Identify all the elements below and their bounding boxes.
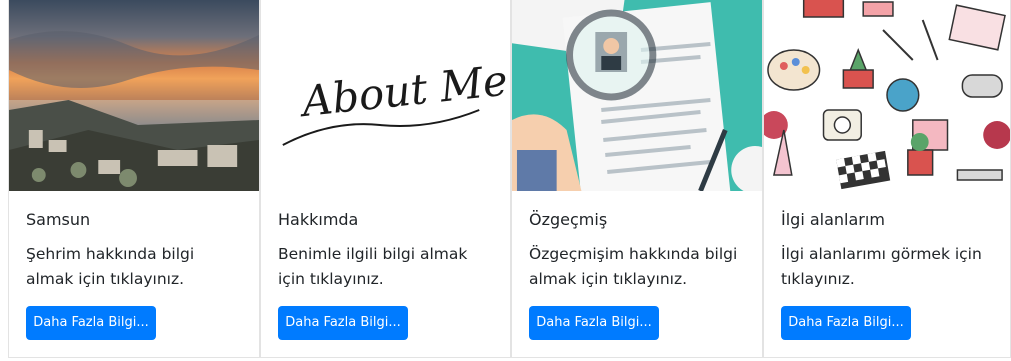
- card-text: İlgi alanlarımı görmek için tıklayınız.: [781, 245, 982, 288]
- resume-magnifier-image: [512, 0, 762, 191]
- about-me-script-image: About Me: [261, 0, 510, 191]
- card-deck: Samsun Şehrim hakkında bilgi almak için …: [0, 0, 1011, 361]
- card-title: Samsun: [26, 210, 91, 229]
- more-info-button[interactable]: Daha Fazla Bilgi...: [26, 306, 156, 340]
- card-title: İlgi alanlarım: [781, 210, 885, 229]
- card-interests: İlgi alanlarım İlgi alanlarımı görmek iç…: [763, 0, 1011, 358]
- card-about: About Me Hakkımda Benimle ilgili bilgi a…: [260, 0, 511, 358]
- card-resume: Özgeçmiş Özgeçmişim hakkında bilgi almak…: [511, 0, 763, 358]
- samsun-city-sunset-image: [9, 0, 259, 191]
- card-title: Özgeçmiş: [529, 210, 608, 229]
- more-info-button[interactable]: Daha Fazla Bilgi...: [529, 306, 659, 340]
- card-samsun: Samsun Şehrim hakkında bilgi almak için …: [8, 0, 260, 358]
- hobbies-illustration-image: [764, 0, 1010, 191]
- more-info-button[interactable]: Daha Fazla Bilgi...: [278, 306, 408, 340]
- card-text: Benimle ilgili bilgi almak için tıklayın…: [278, 245, 468, 288]
- card-text: Şehrim hakkında bilgi almak için tıklayı…: [26, 245, 195, 288]
- card-title: Hakkımda: [278, 210, 359, 229]
- card-text: Özgeçmişim hakkında bilgi almak için tık…: [529, 245, 738, 288]
- more-info-button[interactable]: Daha Fazla Bilgi...: [781, 306, 911, 340]
